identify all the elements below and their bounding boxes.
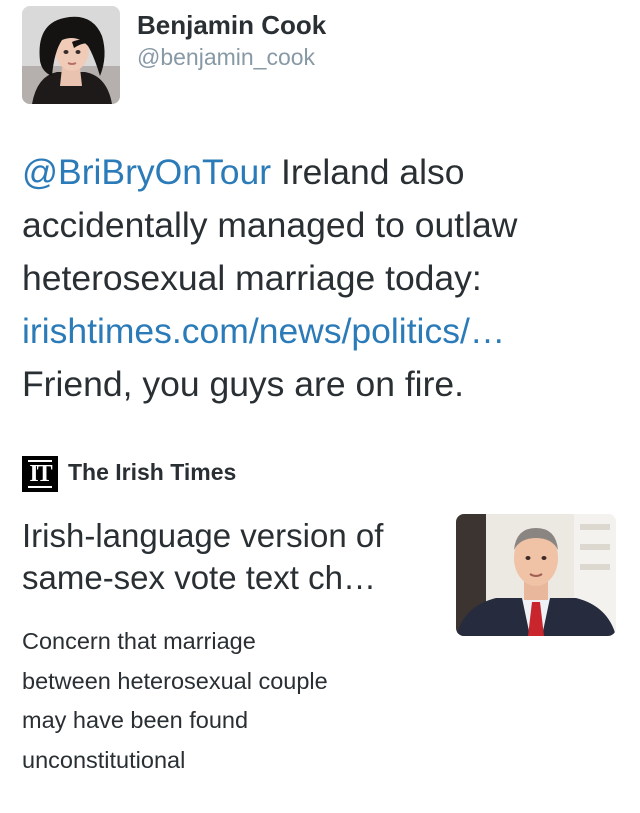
user-name[interactable]: Benjamin Cook [137,10,326,41]
logo-text: IT [28,460,53,488]
avatar-portrait-icon [22,6,120,104]
card-description-line: between heterosexual couple [22,667,328,694]
card-image[interactable] [456,514,616,636]
source-name: The Irish Times [68,459,237,485]
irish-times-logo-icon: IT [22,456,58,492]
tweet-text-line: @BriBryOnTour Ireland also [22,146,622,199]
tweet-header: Benjamin Cook @benjamin_cook [22,6,622,106]
news-photo-icon [456,514,616,636]
card-title[interactable]: Irish-language version of same-sex vote … [22,515,432,599]
card-title-line: same-sex vote text ch… [22,559,376,596]
tweet-text: @BriBryOnTour Ireland also accidentally … [22,146,622,411]
card-source[interactable]: IT The Irish Times [22,456,422,492]
tweet-text-segment: Ireland also [271,152,465,192]
tweet-text-line: Friend, you guys are on fire. [22,364,464,404]
tweet-text-line: heterosexual marriage today: [22,258,482,298]
card-description-line: may have been found [22,707,249,733]
mention-link[interactable]: @BriBryOnTour [22,152,271,192]
user-avatar[interactable] [22,6,120,104]
card-title-line: Irish-language version of [22,517,384,554]
user-handle[interactable]: @benjamin_cook [137,44,315,71]
tweet-text-line: accidentally managed to outlaw [22,205,518,245]
article-link[interactable]: irishtimes.com/news/politics/… [22,305,622,358]
card-description-line: unconstitutional [22,746,186,773]
card-description: Concern that marriage between heterosexu… [22,622,442,780]
card-description-line: Concern that marriage [22,628,256,654]
